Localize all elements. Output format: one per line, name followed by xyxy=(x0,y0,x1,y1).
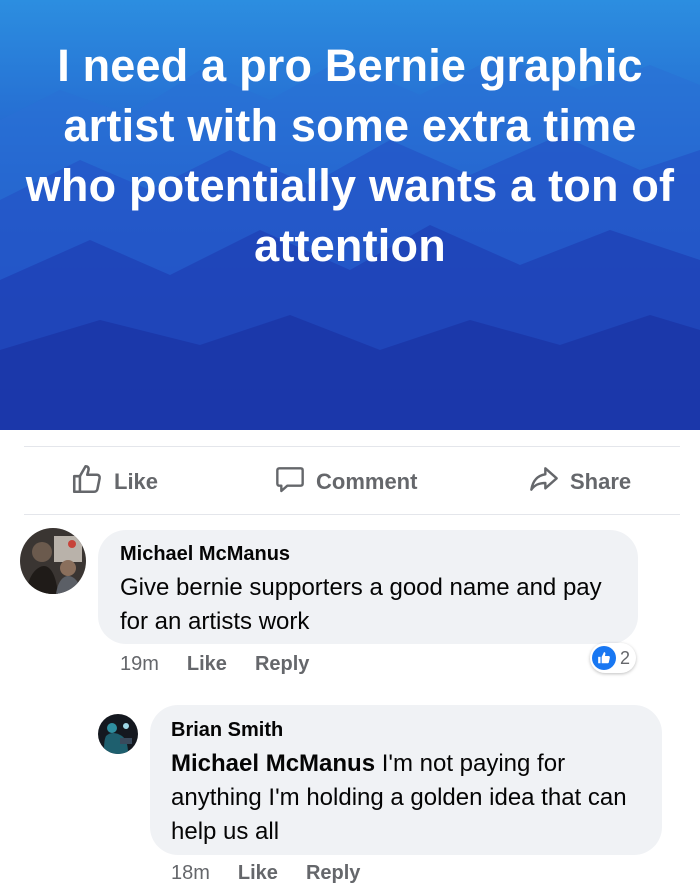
comment-timestamp[interactable]: 18m xyxy=(171,862,210,885)
share-button-label: Share xyxy=(570,469,632,494)
reaction-count: 2 xyxy=(620,647,631,668)
reaction-count-badge[interactable]: 2 xyxy=(590,643,637,673)
comment-text: Michael McManus I'm not paying for anyth… xyxy=(171,747,651,849)
comment-like-link[interactable]: Like xyxy=(238,862,278,885)
comment-timestamp[interactable]: 19m xyxy=(120,653,159,676)
share-arrow-icon xyxy=(528,463,570,501)
comment-reply-link[interactable]: Reply xyxy=(306,862,360,885)
comment-meta: 19m Like Reply xyxy=(120,653,309,676)
comment-author[interactable]: Brian Smith xyxy=(171,719,283,742)
share-button[interactable]: Share xyxy=(528,462,631,502)
post-banner-text: I need a pro Bernie graphic artist with … xyxy=(25,40,675,271)
comment-author[interactable]: Michael McManus xyxy=(120,543,290,566)
post-image-banner[interactable]: I need a pro Bernie graphic artist with … xyxy=(0,0,700,430)
thumbs-up-icon xyxy=(70,462,114,502)
comment-icon xyxy=(274,463,316,501)
avatar[interactable] xyxy=(20,528,86,594)
comment-button[interactable]: Comment xyxy=(274,462,417,502)
avatar[interactable] xyxy=(98,714,138,754)
comment-reply-link[interactable]: Reply xyxy=(255,653,309,676)
comment-text: Give bernie supporters a good name and p… xyxy=(120,574,602,635)
like-button-label: Like xyxy=(114,469,159,494)
like-reaction-icon xyxy=(592,646,616,670)
like-button[interactable]: Like xyxy=(70,462,158,502)
comment-meta: 18m Like Reply xyxy=(171,862,360,885)
comment-button-label: Comment xyxy=(316,469,418,494)
comment-mention[interactable]: Michael McManus xyxy=(171,750,375,777)
divider xyxy=(24,514,680,515)
divider xyxy=(24,446,680,447)
comment-like-link[interactable]: Like xyxy=(187,653,227,676)
